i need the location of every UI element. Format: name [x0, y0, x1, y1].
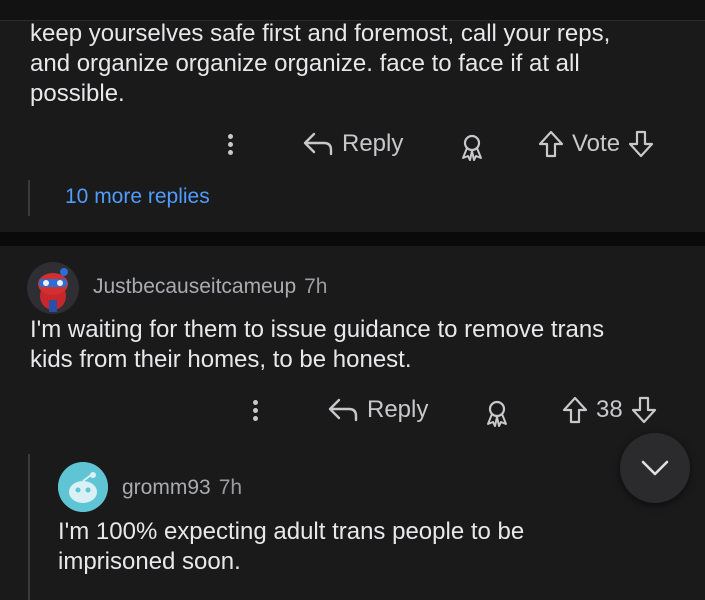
reply-timestamp: 7h: [218, 476, 243, 499]
comment-line: kids from their homes, to be honest.: [30, 346, 412, 373]
comment-separator: [0, 232, 705, 246]
scroll-down-button[interactable]: [620, 433, 690, 503]
award-icon: [462, 134, 482, 161]
reply-username[interactable]: gromm93: [122, 476, 211, 500]
reply-meta: gromm93 7h: [122, 476, 242, 500]
top-comment-line: keep yourselves safe first and foremost,…: [30, 20, 611, 47]
award-icon: [487, 400, 507, 427]
timestamp: 7h: [304, 275, 328, 298]
top-strip: [0, 0, 705, 21]
avatar[interactable]: [27, 262, 79, 314]
reply-arrow-icon: [328, 398, 358, 422]
downvote-arrow-icon[interactable]: [631, 396, 657, 424]
avatar-snoo-icon: [58, 462, 108, 512]
top-comment-line: possible.: [30, 80, 125, 107]
avatar-snoo-icon: [27, 262, 79, 314]
upvote-arrow-icon[interactable]: [538, 130, 564, 158]
award-button[interactable]: [482, 398, 512, 428]
kebab-menu-icon[interactable]: [251, 400, 259, 426]
reply-button[interactable]: Reply: [302, 130, 403, 158]
vote-control: Vote: [538, 130, 654, 158]
award-button[interactable]: [457, 132, 487, 162]
comment: Justbecauseitcameup 7h I'm waiting for t…: [0, 246, 705, 600]
upvote-arrow-icon[interactable]: [562, 396, 588, 424]
top-comment-body: keep yourselves safe first and foremost,…: [30, 19, 610, 109]
downvote-arrow-icon[interactable]: [628, 130, 654, 158]
vote-count: 38: [596, 396, 623, 423]
reply-avatar[interactable]: [58, 462, 108, 512]
reply-arrow-icon: [303, 132, 333, 156]
reply-line: imprisoned soon.: [58, 548, 241, 575]
more-replies-link[interactable]: 10 more replies: [65, 185, 210, 209]
top-comment: keep yourselves safe first and foremost,…: [0, 0, 705, 232]
reply-button[interactable]: Reply: [327, 396, 428, 424]
reply-label: Reply: [342, 130, 404, 157]
vote-control: 38: [562, 396, 657, 424]
vote-label: Vote: [572, 130, 621, 157]
username[interactable]: Justbecauseitcameup: [93, 275, 296, 299]
comment-line: I'm waiting for them to issue guidance t…: [30, 316, 605, 343]
kebab-menu-icon[interactable]: [226, 134, 234, 160]
comment-meta: Justbecauseitcameup 7h: [93, 275, 327, 299]
comment-body: I'm waiting for them to issue guidance t…: [30, 315, 604, 375]
chevron-down-icon: [641, 460, 669, 476]
thread-line: [28, 180, 30, 216]
reply-line: I'm 100% expecting adult trans people to…: [58, 518, 525, 545]
reply-body: I'm 100% expecting adult trans people to…: [58, 517, 524, 577]
reply-label: Reply: [367, 396, 429, 423]
top-comment-line: and organize organize organize. face to …: [30, 50, 580, 77]
thread-line: [28, 454, 30, 600]
